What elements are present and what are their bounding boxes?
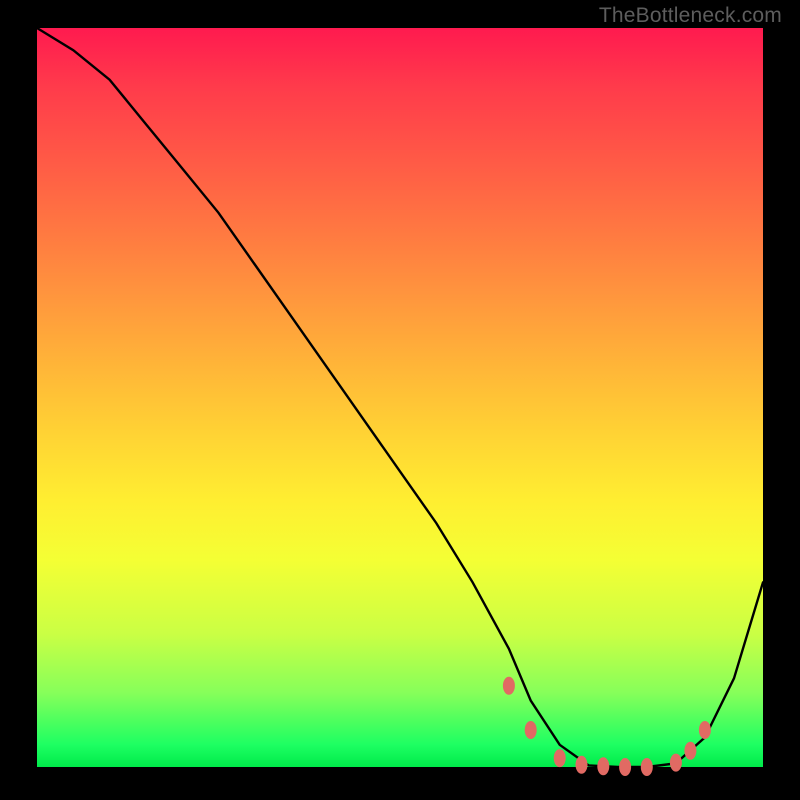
plot-area — [37, 28, 763, 767]
highlight-dot — [670, 754, 682, 772]
highlight-dot — [699, 721, 711, 739]
highlight-dot — [576, 756, 588, 774]
highlight-dot — [619, 758, 631, 776]
bottleneck-curve — [37, 28, 763, 767]
highlight-dot — [597, 757, 609, 775]
highlight-dot — [525, 721, 537, 739]
highlight-dot — [641, 758, 653, 776]
highlight-dots — [503, 677, 711, 776]
watermark-text: TheBottleneck.com — [599, 4, 782, 28]
curve-svg — [37, 28, 763, 767]
chart-container: TheBottleneck.com — [0, 0, 800, 800]
highlight-dot — [503, 677, 515, 695]
highlight-dot — [554, 749, 566, 767]
highlight-dot — [684, 742, 696, 760]
